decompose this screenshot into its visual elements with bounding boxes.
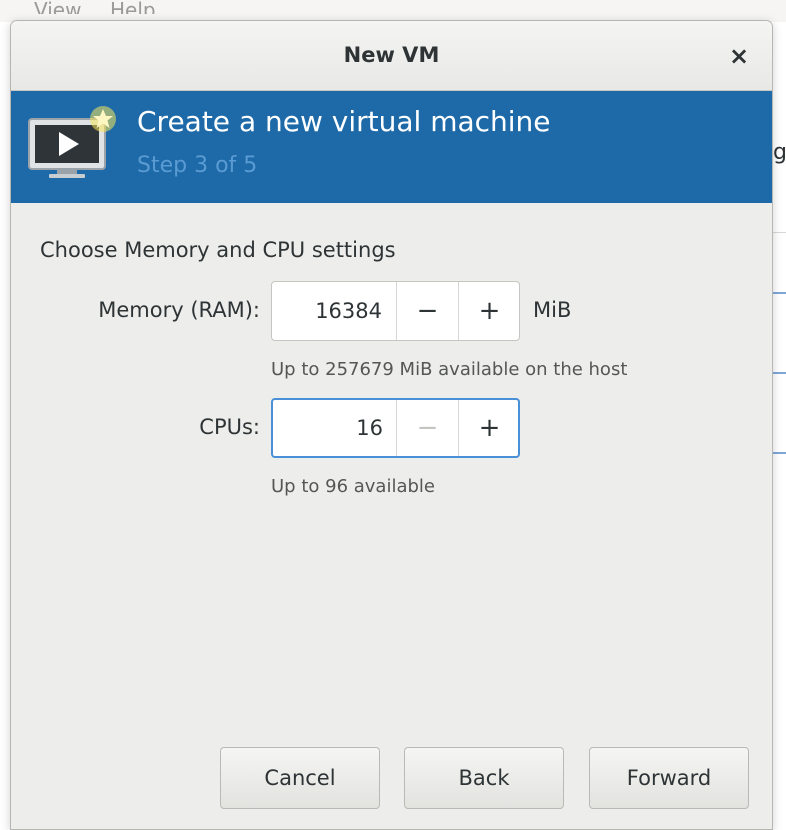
wizard-title: Create a new virtual machine bbox=[137, 105, 551, 138]
cpus-label: CPUs: bbox=[199, 415, 260, 439]
section-title: Choose Memory and CPU settings bbox=[40, 238, 396, 262]
background-separator bbox=[771, 232, 786, 233]
cpus-increment-button[interactable]: + bbox=[458, 400, 518, 456]
memory-increment-button[interactable]: + bbox=[458, 282, 519, 340]
memory-decrement-button[interactable]: − bbox=[396, 282, 458, 340]
wizard-header-banner: Create a new virtual machine Step 3 of 5 bbox=[11, 91, 772, 203]
cpus-spinbutton: − + bbox=[271, 398, 520, 458]
dialog-title: New VM bbox=[343, 43, 440, 67]
cpus-input[interactable] bbox=[273, 400, 397, 456]
back-button[interactable]: Back bbox=[404, 747, 564, 809]
memory-unit: MiB bbox=[533, 298, 572, 322]
cancel-button[interactable]: Cancel bbox=[220, 747, 380, 809]
background-highlight-line bbox=[772, 452, 786, 454]
new-vm-dialog: New VM × Create a new virtual machine St… bbox=[10, 20, 773, 830]
cpus-hint: Up to 96 available bbox=[271, 476, 435, 497]
background-edge-text: ge bbox=[773, 140, 786, 165]
forward-button[interactable]: Forward bbox=[589, 747, 749, 809]
memory-hint: Up to 257679 MiB available on the host bbox=[271, 359, 628, 380]
background-menu-help[interactable]: Help bbox=[110, 0, 156, 14]
background-highlight-line bbox=[772, 372, 786, 374]
cpus-decrement-button[interactable]: − bbox=[396, 400, 458, 456]
memory-spinbutton: − + bbox=[271, 281, 520, 341]
wizard-step-indicator: Step 3 of 5 bbox=[137, 153, 258, 178]
dialog-titlebar[interactable]: New VM × bbox=[11, 21, 772, 91]
memory-label: Memory (RAM): bbox=[98, 298, 260, 322]
background-highlight-line bbox=[772, 292, 786, 294]
memory-input[interactable] bbox=[272, 282, 396, 340]
close-icon[interactable]: × bbox=[721, 38, 757, 74]
background-menubar: View Help bbox=[0, 0, 786, 22]
background-menu-view[interactable]: View bbox=[34, 0, 81, 14]
vm-screen-new-icon bbox=[28, 106, 116, 178]
